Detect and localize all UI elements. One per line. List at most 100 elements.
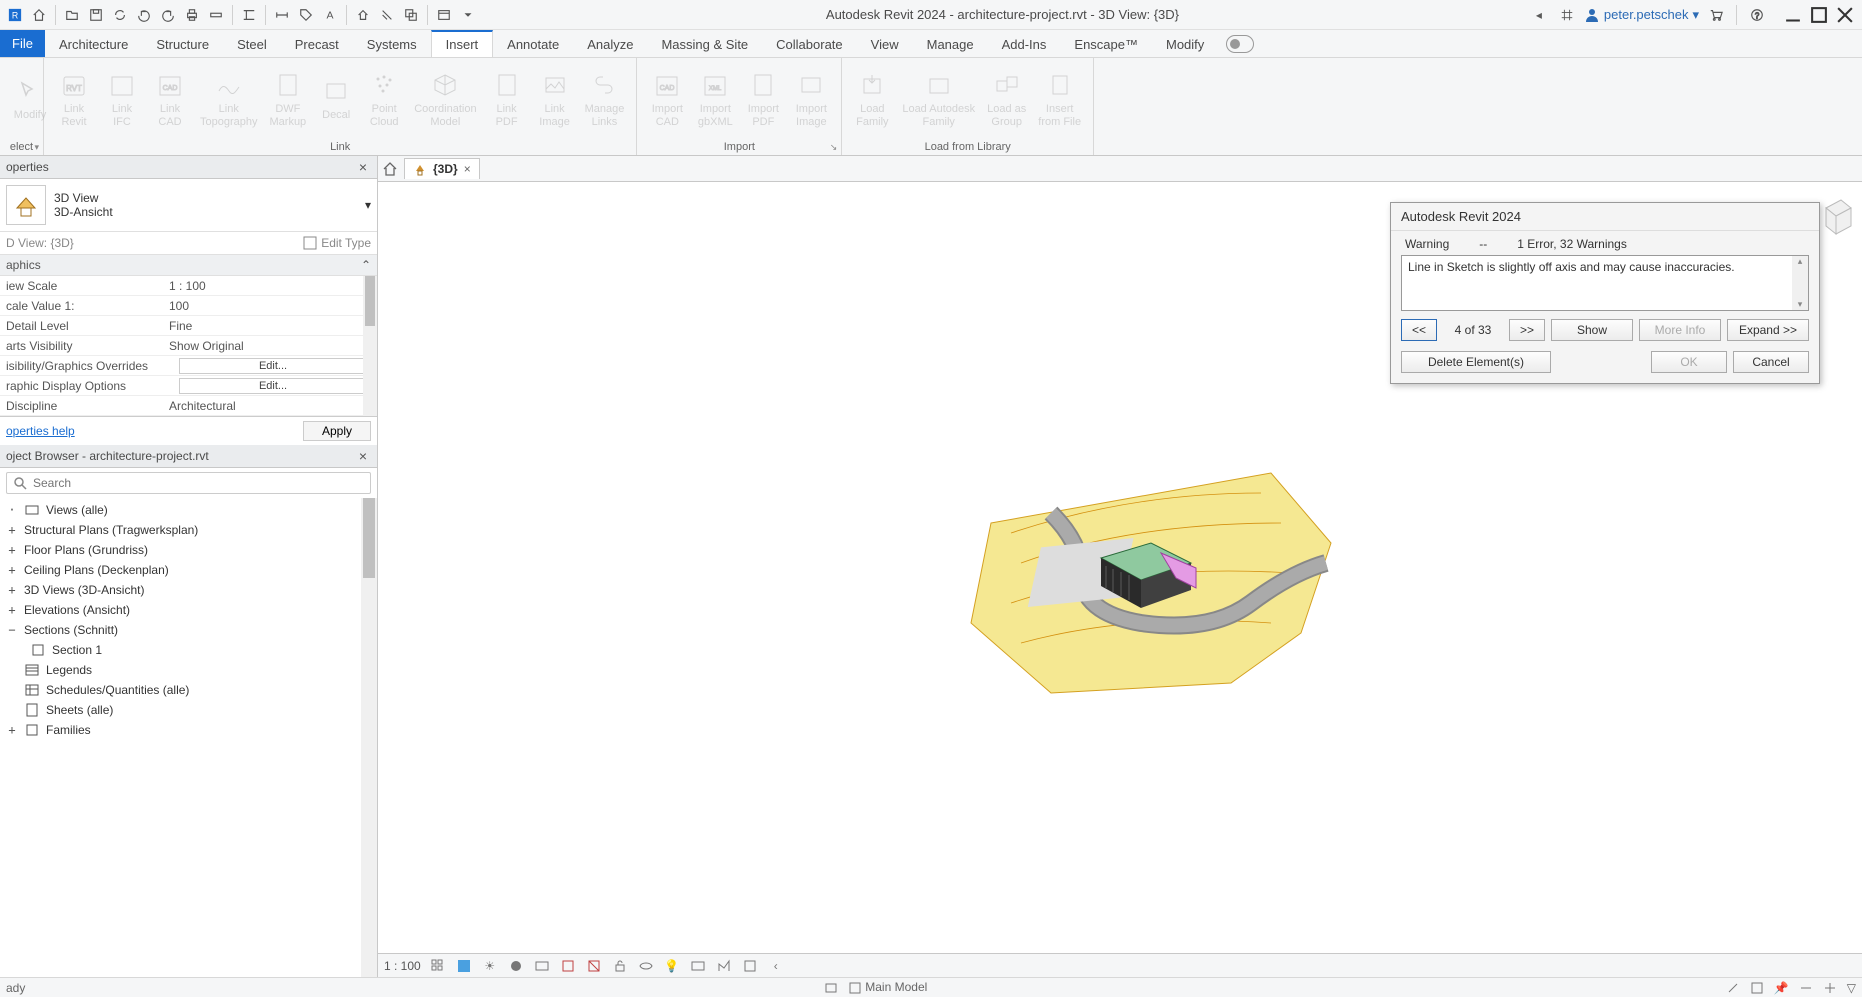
text-icon[interactable]: A [319,4,341,26]
maximize-button[interactable] [1808,4,1830,26]
modify-toggle[interactable] [1226,35,1254,53]
redo-icon[interactable] [157,4,179,26]
tab-analyze[interactable]: Analyze [573,30,647,57]
select-pinned-icon[interactable]: 📌 [1774,981,1789,995]
edit-button[interactable]: Edit... [179,378,366,394]
group-graphics[interactable]: aphics⌃ [0,255,377,276]
properties-header[interactable]: operties × [0,156,377,179]
import-image-button[interactable]: ImportImage [787,65,835,131]
apply-button[interactable]: Apply [303,421,371,441]
dialog-title[interactable]: Autodesk Revit 2024 [1391,203,1819,231]
switch-windows-icon[interactable] [433,4,455,26]
tree-structural-plans[interactable]: +Structural Plans (Tragwerksplan) [0,520,377,540]
tree-families[interactable]: +Families [0,720,377,740]
prop-discipline[interactable]: DisciplineArchitectural [0,396,377,416]
import-pdf-button[interactable]: ImportPDF [739,65,787,131]
tab-modify[interactable]: Modify [1152,30,1218,57]
prop-view-scale[interactable]: iew Scale1 : 100 [0,276,377,296]
nav-left-icon[interactable]: ‹ [767,957,785,975]
tag-icon[interactable] [295,4,317,26]
unlock-icon[interactable] [611,957,629,975]
tab-systems[interactable]: Systems [353,30,431,57]
visual-style-icon[interactable] [455,957,473,975]
tree-3d-views[interactable]: +3D Views (3D-Ansicht) [0,580,377,600]
select-links-icon[interactable] [1726,981,1740,995]
print-icon[interactable] [181,4,203,26]
tab-structure[interactable]: Structure [142,30,223,57]
keyword-icon[interactable] [1556,4,1578,26]
tab-insert[interactable]: Insert [431,30,494,57]
sun-path-icon[interactable]: ☀ [481,957,499,975]
tree-sections[interactable]: −Sections (Schnitt) [0,620,377,640]
thin-lines-icon[interactable] [376,4,398,26]
delete-elements-button[interactable]: Delete Element(s) [1401,351,1551,373]
dropdown-icon[interactable] [457,4,479,26]
tab-enscape[interactable]: Enscape™ [1060,30,1152,57]
prop-detail-level[interactable]: Detail LevelFine [0,316,377,336]
tree-schedules[interactable]: Schedules/Quantities (alle) [0,680,377,700]
revit-logo-icon[interactable]: R [4,4,26,26]
type-selector[interactable]: 3D View 3D-Ansicht ▾ [0,179,377,232]
sync-icon[interactable] [109,4,131,26]
tree-ceiling-plans[interactable]: +Ceiling Plans (Deckenplan) [0,560,377,580]
analytical-icon[interactable] [715,957,733,975]
tab-steel[interactable]: Steel [223,30,281,57]
tree-legends[interactable]: Legends [0,660,377,680]
next-warning-button[interactable]: >> [1509,319,1545,341]
view-tab-3d[interactable]: {3D} × [404,158,480,179]
prop-scale-value[interactable]: cale Value 1:100 [0,296,377,316]
prev-warning-button[interactable]: << [1401,319,1437,341]
home-icon[interactable] [382,161,398,177]
tab-collaborate[interactable]: Collaborate [762,30,857,57]
rendering-icon[interactable] [533,957,551,975]
scrollbar[interactable]: ▴▾ [1792,256,1808,310]
main-model-selector[interactable]: Main Model [848,980,927,995]
measure-icon[interactable] [205,4,227,26]
close-tab-icon[interactable]: × [464,162,471,176]
align-icon[interactable] [238,4,260,26]
link-ifc-button[interactable]: LinkIFC [98,65,146,131]
search-nav-icon[interactable]: ◂ [1528,4,1550,26]
link-topography-button[interactable]: LinkTopography [194,65,264,131]
cancel-button[interactable]: Cancel [1733,351,1809,373]
tab-manage[interactable]: Manage [913,30,988,57]
filter-icon[interactable]: ▽ [1847,981,1856,995]
default-view-icon[interactable] [352,4,374,26]
import-gbxml-button[interactable]: XMLImportgbXML [691,65,739,131]
browser-header[interactable]: oject Browser - architecture-project.rvt… [0,445,377,468]
tree-section-1[interactable]: Section 1 [0,640,377,660]
tab-precast[interactable]: Precast [281,30,353,57]
close-icon[interactable]: × [355,159,371,175]
open-icon[interactable] [61,4,83,26]
shadows-icon[interactable] [507,957,525,975]
prop-graphic-display[interactable]: raphic Display OptionsEdit... [0,376,377,396]
ok-button[interactable]: OK [1651,351,1727,373]
dwf-markup-button[interactable]: DWFMarkup [264,65,313,131]
prop-parts-visibility[interactable]: arts VisibilityShow Original [0,336,377,356]
link-image-button[interactable]: LinkImage [531,65,579,131]
user-account[interactable]: peter.petschek ▾ [1584,7,1699,23]
select-underlay-icon[interactable] [1750,981,1764,995]
navigation-bar[interactable] [1816,188,1856,588]
home-icon[interactable] [28,4,50,26]
crop-view-icon[interactable] [559,957,577,975]
expand-button[interactable]: Expand >> [1727,319,1809,341]
help-icon[interactable]: ? [1746,4,1768,26]
search-box[interactable] [6,472,371,494]
coord-model-button[interactable]: CoordinationModel [408,65,482,131]
dimension-icon[interactable] [271,4,293,26]
tree-floor-plans[interactable]: +Floor Plans (Grundriss) [0,540,377,560]
manage-links-button[interactable]: ManageLinks [579,65,631,131]
scrollbar[interactable] [361,498,377,977]
tree-sheets[interactable]: Sheets (alle) [0,700,377,720]
load-family-button[interactable]: LoadFamily [848,65,896,131]
tab-annotate[interactable]: Annotate [493,30,573,57]
load-autodesk-family-button[interactable]: Load AutodeskFamily [896,65,981,131]
prop-visibility-overrides[interactable]: isibility/Graphics OverridesEdit... [0,356,377,376]
file-menu[interactable]: File [0,30,45,57]
link-pdf-button[interactable]: LinkPDF [483,65,531,131]
tab-massing-site[interactable]: Massing & Site [647,30,762,57]
link-revit-button[interactable]: RVTLinkRevit [50,65,98,131]
select-face-icon[interactable] [1799,981,1813,995]
link-cad-button[interactable]: CADLinkCAD [146,65,194,131]
